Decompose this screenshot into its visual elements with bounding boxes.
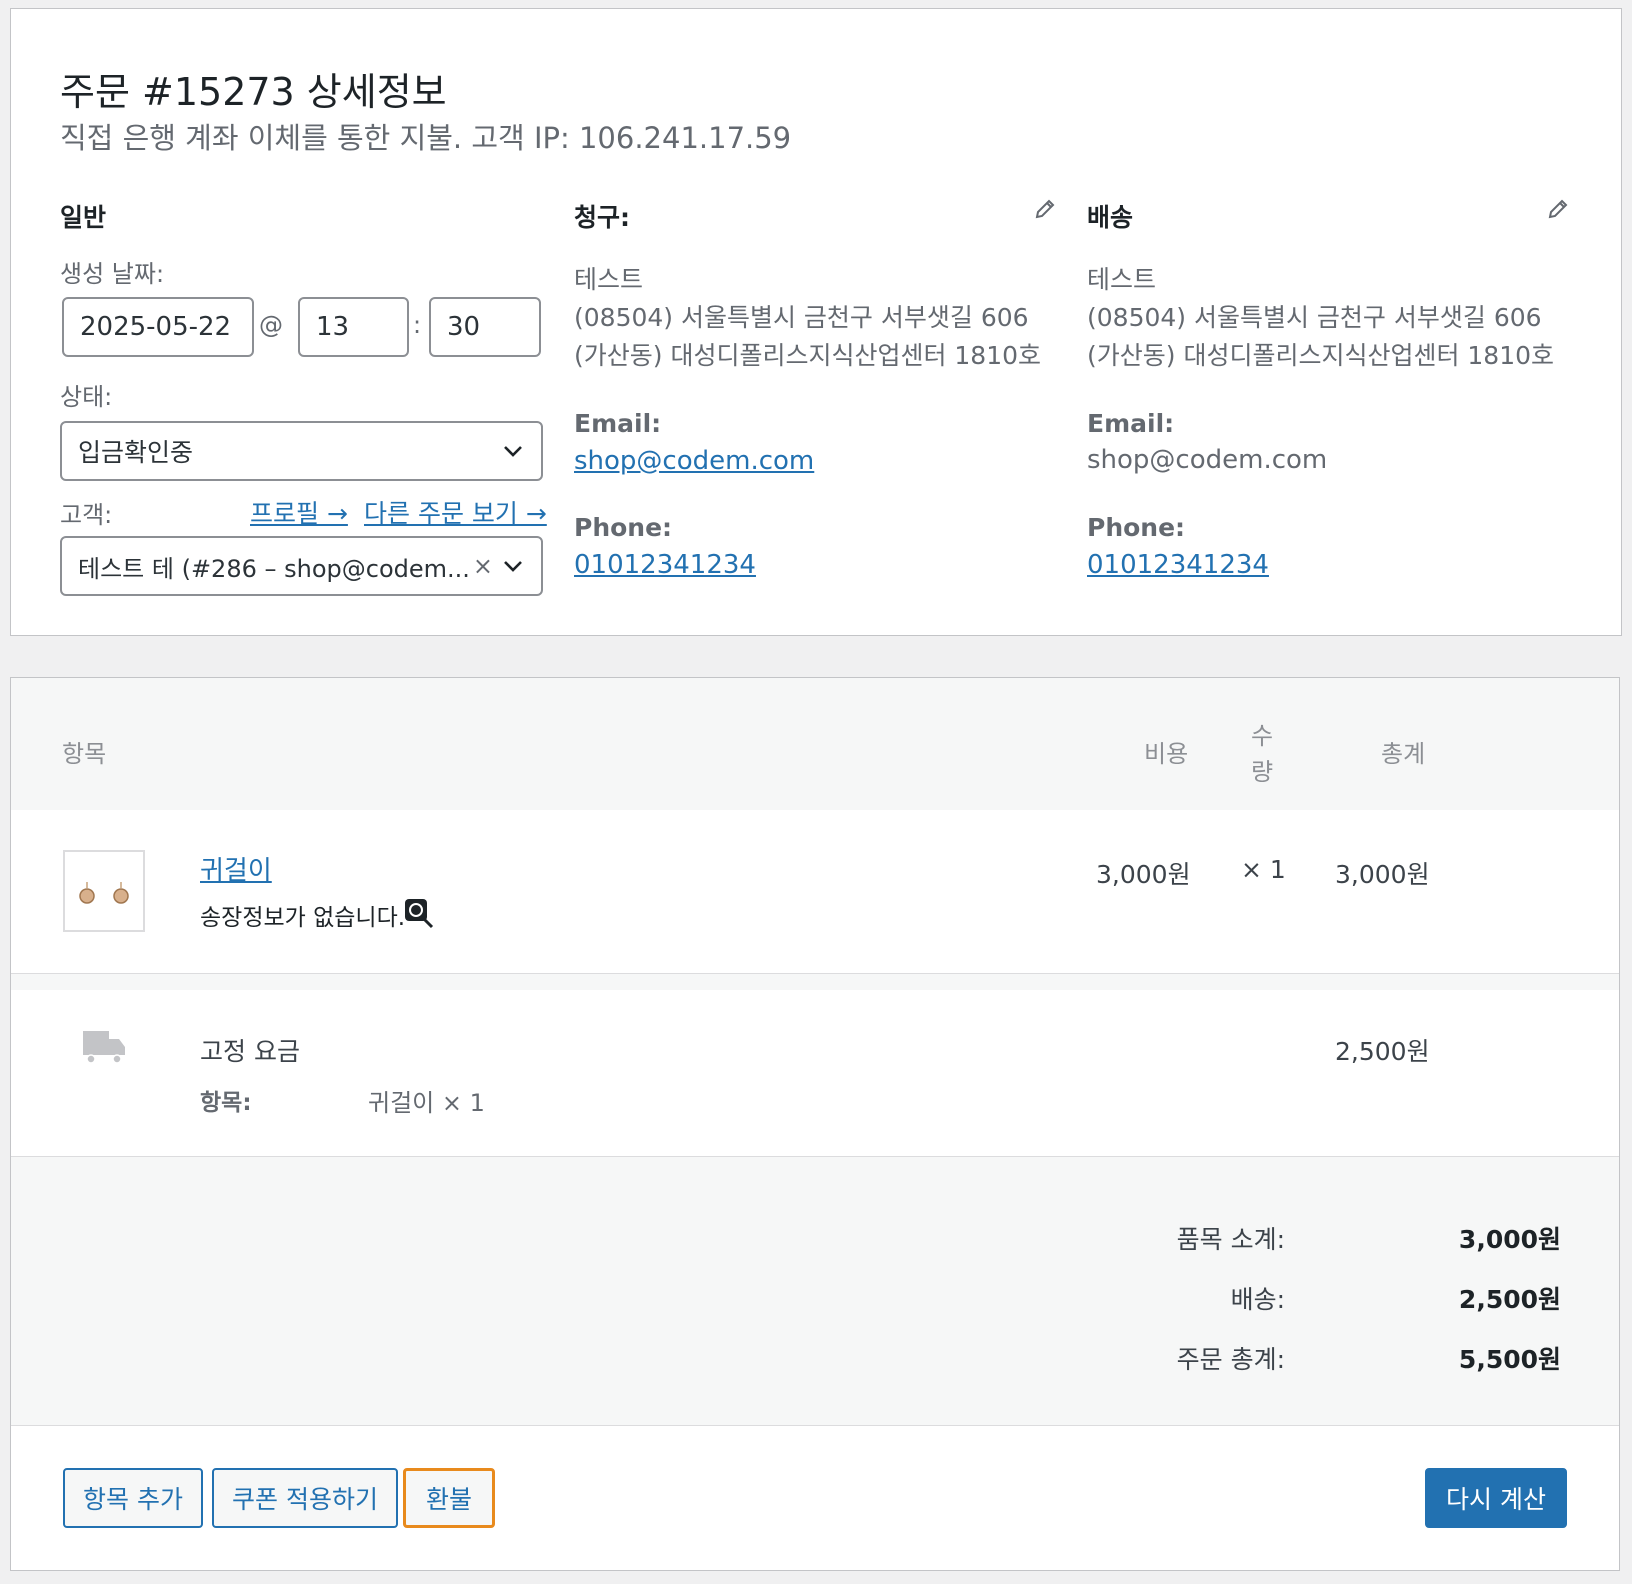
edit-shipping-pencil-icon[interactable] — [1546, 197, 1570, 221]
billing-email-label: Email: — [574, 409, 662, 438]
profile-link[interactable]: 프로필 → — [250, 494, 348, 530]
status-value: 입금확인중 — [78, 438, 194, 467]
customer-select[interactable]: 테스트 테 (#286 – shop@codem... × — [60, 536, 543, 596]
line-item-total: 3,000원 — [1335, 860, 1430, 889]
earring-image-icon — [79, 882, 129, 904]
billing-address-line1: (08504) 서울특별시 금천구 서부샛길 606 — [574, 303, 1029, 332]
billing-phone-label: Phone: — [574, 513, 673, 542]
items-table-header — [11, 678, 1619, 810]
order-details-panel: 주문 #15273 상세정보 직접 은행 계좌 이체를 통한 지불. 고객 IP… — [10, 8, 1622, 636]
shipping-meta-label: 항목: — [200, 1090, 252, 1116]
date-input[interactable]: 2025-05-22 — [62, 297, 254, 357]
header-qty-line1: 수 — [1251, 722, 1274, 750]
shipping-name: 테스트 — [1087, 265, 1157, 294]
order-subtitle: 직접 은행 계좌 이체를 통한 지불. 고객 IP: 106.241.17.59 — [60, 121, 792, 155]
shipping-total-value: 2,500원 — [1458, 1285, 1561, 1314]
shipping-method-name: 고정 요금 — [200, 1037, 300, 1066]
customer-label: 고객: — [60, 501, 113, 529]
search-magnifier-icon[interactable] — [403, 897, 435, 929]
header-cost: 비용 — [1144, 740, 1189, 768]
time-colon: : — [413, 311, 422, 339]
general-heading: 일반 — [60, 203, 107, 232]
billing-address-line2: (가산동) 대성디폴리스지식산업센터 1810호 — [574, 341, 1042, 370]
totals-area — [11, 1157, 1619, 1425]
shipping-email: shop@codem.com — [1087, 445, 1328, 475]
order-items-panel: 항목 비용 수 량 총계 귀걸이 송장정보가 없습니다. 3,000원 × 1 … — [10, 677, 1620, 1571]
clear-icon[interactable]: × — [473, 552, 493, 580]
row-spacer — [11, 974, 1619, 990]
billing-email-link[interactable]: shop@codem.com — [574, 446, 814, 476]
status-label: 상태: — [60, 383, 113, 411]
product-thumbnail — [63, 850, 145, 932]
truck-icon — [83, 1031, 125, 1064]
shipping-email-label: Email: — [1087, 409, 1175, 438]
date-label: 생성 날짜: — [60, 260, 165, 288]
minute-input[interactable]: 30 — [429, 297, 541, 357]
status-select[interactable]: 입금확인중 — [60, 421, 543, 481]
shipping-address-line1: (08504) 서울특별시 금천구 서부샛길 606 — [1087, 303, 1542, 332]
billing-phone-link[interactable]: 01012341234 — [574, 550, 756, 580]
edit-billing-pencil-icon[interactable] — [1033, 197, 1057, 221]
line-item-qty: × 1 — [1241, 855, 1286, 884]
order-total-value: 5,500원 — [1458, 1345, 1561, 1374]
line-item-cost: 3,000원 — [1096, 860, 1191, 889]
add-item-button[interactable]: 항목 추가 — [63, 1468, 203, 1528]
shipping-total-label: 배송: — [1230, 1285, 1285, 1314]
header-qty-line2: 량 — [1251, 758, 1274, 786]
header-total: 총계 — [1381, 740, 1426, 768]
product-name-link[interactable]: 귀걸이 — [200, 850, 272, 887]
apply-coupon-button[interactable]: 쿠폰 적용하기 — [212, 1468, 398, 1528]
page-title: 주문 #15273 상세정보 — [60, 70, 447, 114]
billing-heading: 청구: — [574, 203, 630, 232]
shipping-phone-label: Phone: — [1087, 513, 1186, 542]
other-orders-link[interactable]: 다른 주문 보기 → — [364, 494, 547, 530]
subtotal-value: 3,000원 — [1458, 1225, 1561, 1254]
shipping-meta-value: 귀걸이 × 1 — [368, 1089, 485, 1117]
chevron-down-icon — [504, 446, 522, 457]
at-sign: @ — [259, 311, 283, 339]
chevron-down-icon — [504, 561, 522, 572]
order-total-label: 주문 총계: — [1176, 1345, 1285, 1374]
refund-button[interactable]: 환불 — [403, 1468, 495, 1528]
shipping-address-line2: (가산동) 대성디폴리스지식산업센터 1810호 — [1087, 341, 1555, 370]
recalculate-button[interactable]: 다시 계산 — [1425, 1468, 1567, 1528]
subtotal-label: 품목 소계: — [1176, 1225, 1285, 1254]
billing-name: 테스트 — [574, 265, 644, 294]
shipping-heading: 배송 — [1087, 203, 1134, 232]
customer-value: 테스트 테 (#286 – shop@codem... — [78, 554, 468, 583]
hour-input[interactable]: 13 — [298, 297, 409, 357]
invoice-note: 송장정보가 없습니다. — [200, 905, 406, 931]
actions-divider — [11, 1425, 1619, 1426]
header-item: 항목 — [62, 740, 107, 768]
shipping-line-total: 2,500원 — [1335, 1037, 1430, 1066]
shipping-phone-link[interactable]: 01012341234 — [1087, 550, 1269, 580]
